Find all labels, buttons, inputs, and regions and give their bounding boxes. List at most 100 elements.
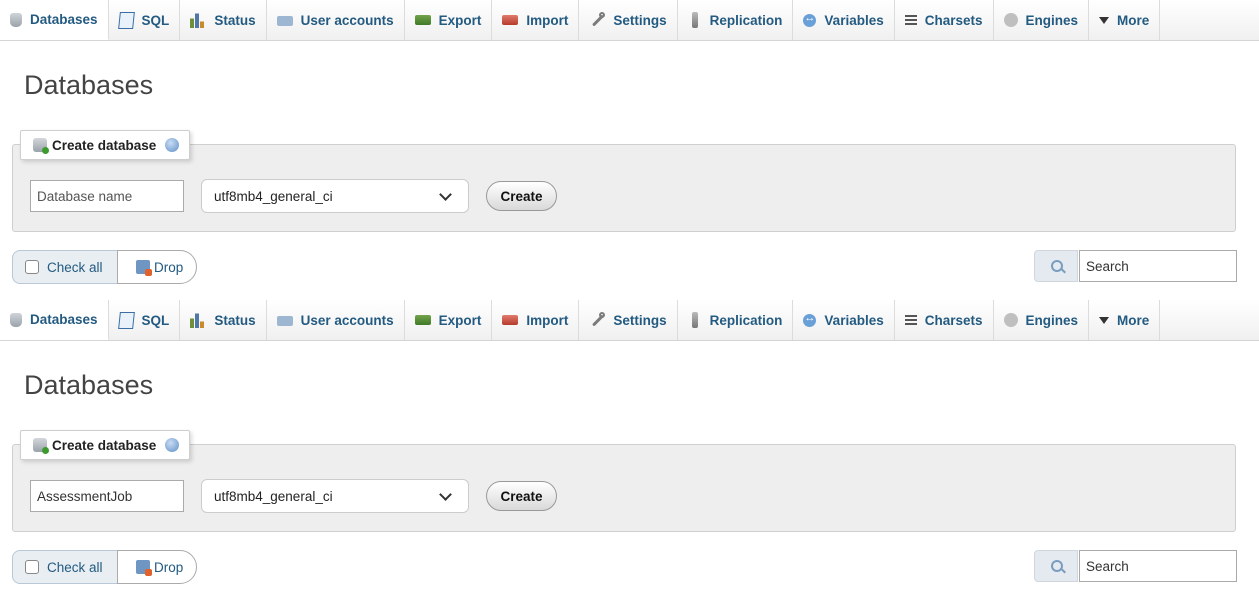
tab-label: Databases <box>30 12 98 27</box>
tab-export[interactable]: Export <box>405 300 493 340</box>
tab-user-accounts[interactable]: User accounts <box>267 0 405 40</box>
tab-label: Replication <box>709 12 783 28</box>
tab-variables[interactable]: Variables <box>793 0 895 40</box>
chevron-down-icon <box>439 188 452 201</box>
tab-variables[interactable]: Variables <box>793 300 895 340</box>
engines-icon <box>1003 13 1018 27</box>
page-title: Databases <box>24 70 154 100</box>
tab-label: Variables <box>824 312 884 328</box>
drop-table-icon <box>136 260 152 276</box>
database-name-input[interactable] <box>30 180 184 212</box>
drop-button[interactable]: Drop <box>117 250 197 284</box>
search-input[interactable] <box>1079 250 1237 282</box>
tab-databases[interactable]: Databases <box>0 300 109 340</box>
tab-label: Settings <box>613 12 667 28</box>
variables-icon <box>803 12 817 27</box>
tab-engines[interactable]: Engines <box>994 0 1090 40</box>
database-add-icon <box>33 438 49 454</box>
wrench-icon <box>589 312 606 328</box>
tab-label: Settings <box>613 312 667 328</box>
tab-label: Charsets <box>924 12 983 28</box>
tab-engines[interactable]: Engines <box>994 300 1090 340</box>
top-tab-bar: Databases SQL Status User accounts Expor… <box>0 0 1259 41</box>
create-database-legend: Create database <box>20 130 191 160</box>
tab-label: User accounts <box>300 12 394 28</box>
tab-import[interactable]: Import <box>492 300 580 340</box>
tab-label: SQL <box>141 312 170 328</box>
tab-label: User accounts <box>300 312 394 328</box>
tab-export[interactable]: Export <box>405 0 493 40</box>
databases-panel-after: Databases SQL Status User accounts Expor… <box>0 300 1259 590</box>
checkbox[interactable] <box>25 260 39 274</box>
tab-label: More <box>1117 12 1150 28</box>
charsets-icon <box>904 315 917 325</box>
tab-user-accounts[interactable]: User accounts <box>267 300 405 340</box>
create-button[interactable]: Create <box>486 181 557 211</box>
tab-label: Databases <box>30 312 98 327</box>
tab-sql[interactable]: SQL <box>109 300 181 340</box>
help-icon[interactable] <box>165 438 180 452</box>
tab-more[interactable]: More <box>1089 300 1161 340</box>
check-all-label: Check all <box>47 559 103 575</box>
tab-label: Export <box>438 312 482 328</box>
status-chart-icon <box>190 312 207 328</box>
drop-label: Drop <box>154 259 184 275</box>
create-database-fieldset <box>12 144 1236 232</box>
tab-databases[interactable]: Databases <box>0 0 109 40</box>
search-icon <box>1051 260 1063 272</box>
engines-icon <box>1003 313 1018 327</box>
tab-charsets[interactable]: Charsets <box>895 0 994 40</box>
check-all-toggle[interactable]: Check all <box>12 550 118 584</box>
import-icon <box>502 15 519 25</box>
import-icon <box>502 315 519 325</box>
tab-sql[interactable]: SQL <box>109 0 181 40</box>
checkbox[interactable] <box>25 560 39 574</box>
databases-panel-before: Databases SQL Status User accounts Expor… <box>0 0 1259 290</box>
search-button[interactable] <box>1034 550 1078 582</box>
tab-import[interactable]: Import <box>492 0 580 40</box>
status-chart-icon <box>190 12 207 28</box>
tab-charsets[interactable]: Charsets <box>895 300 994 340</box>
tab-label: Replication <box>709 312 783 328</box>
search-input[interactable] <box>1079 550 1237 582</box>
collation-value: utf8mb4_general_ci <box>214 188 333 204</box>
tab-label: Status <box>214 12 256 28</box>
create-button[interactable]: Create <box>486 481 557 511</box>
tab-replication[interactable]: Replication <box>678 0 794 40</box>
database-icon <box>10 12 22 27</box>
export-icon <box>414 315 431 325</box>
chevron-down-icon <box>439 488 452 501</box>
variables-icon <box>803 312 817 327</box>
sql-icon <box>117 11 135 29</box>
tab-label: Engines <box>1025 312 1079 328</box>
tab-more[interactable]: More <box>1089 0 1161 40</box>
tab-label: Charsets <box>924 312 983 328</box>
tab-label: Import <box>526 12 569 28</box>
check-all-toggle[interactable]: Check all <box>12 250 118 284</box>
collation-select[interactable]: utf8mb4_general_ci <box>201 179 469 213</box>
tab-replication[interactable]: Replication <box>678 300 794 340</box>
tab-settings[interactable]: Settings <box>579 0 678 40</box>
sql-icon <box>117 311 135 329</box>
replication-icon <box>691 312 698 328</box>
legend-label: Create database <box>52 137 157 153</box>
database-icon <box>10 312 22 327</box>
database-name-input[interactable] <box>30 480 184 512</box>
charsets-icon <box>904 15 917 25</box>
collation-select[interactable]: utf8mb4_general_ci <box>201 479 469 513</box>
page-title: Databases <box>24 370 154 400</box>
tab-label: SQL <box>141 12 170 28</box>
tab-status[interactable]: Status <box>180 300 267 340</box>
drop-table-icon <box>136 560 152 576</box>
tab-settings[interactable]: Settings <box>579 300 678 340</box>
collation-value: utf8mb4_general_ci <box>214 488 333 504</box>
tab-status[interactable]: Status <box>180 0 267 40</box>
tab-label: Variables <box>824 12 884 28</box>
tab-label: Engines <box>1025 12 1079 28</box>
search-button[interactable] <box>1034 250 1078 282</box>
replication-icon <box>691 12 698 28</box>
check-all-label: Check all <box>47 259 103 275</box>
drop-button[interactable]: Drop <box>117 550 197 584</box>
help-icon[interactable] <box>165 138 180 152</box>
drop-label: Drop <box>154 559 184 575</box>
